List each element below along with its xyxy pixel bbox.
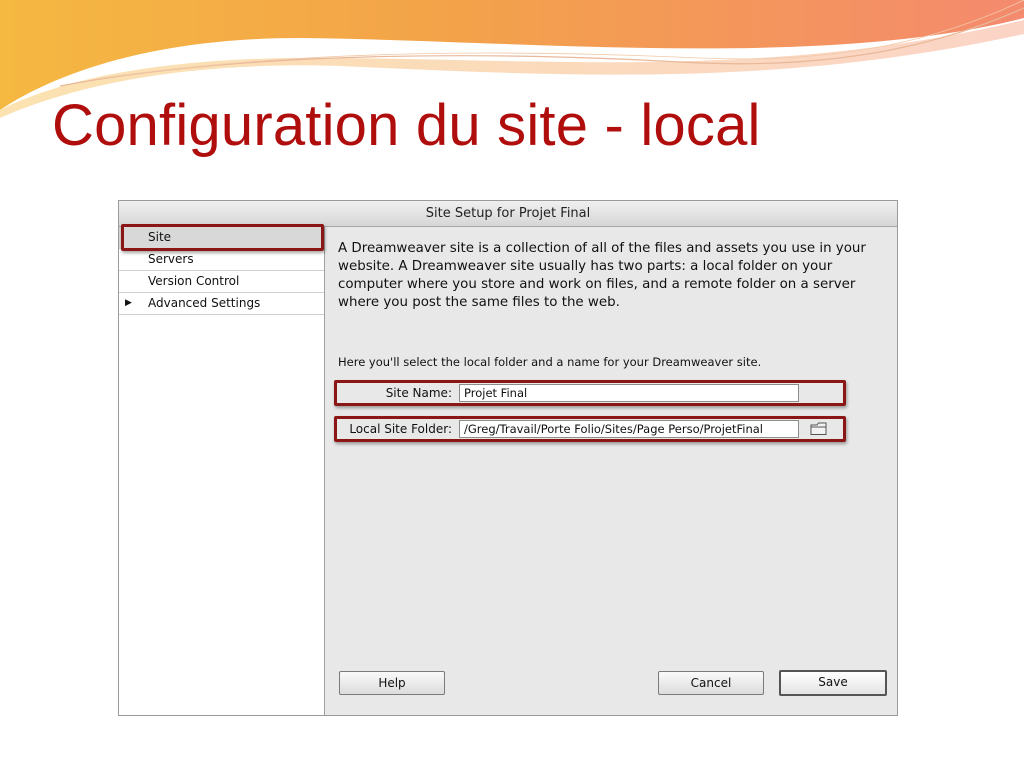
category-sidebar: Site Servers Version Control ▶ Advanced … — [119, 224, 325, 715]
folder-icon[interactable] — [810, 422, 828, 436]
help-button[interactable]: Help — [339, 671, 445, 695]
local-folder-input[interactable]: /Greg/Travail/Porte Folio/Sites/Page Per… — [459, 420, 799, 438]
site-setup-dialog: Site Setup for Projet Final Site Servers… — [118, 200, 898, 716]
sidebar-item-label: Version Control — [148, 274, 240, 288]
slide-title: Configuration du site - local — [52, 93, 761, 158]
site-highlight-box — [121, 224, 324, 251]
site-name-label: Site Name: — [385, 386, 452, 400]
cancel-button[interactable]: Cancel — [658, 671, 764, 695]
sidebar-item-label: Advanced Settings — [148, 296, 261, 310]
local-folder-label: Local Site Folder: — [349, 422, 452, 436]
sidebar-item-version-control[interactable]: Version Control — [119, 271, 324, 293]
sidebar-item-servers[interactable]: Servers — [119, 249, 324, 271]
triangle-right-icon[interactable]: ▶ — [125, 293, 132, 314]
site-settings-panel: A Dreamweaver site is a collection of al… — [326, 227, 897, 715]
instruction-text: Here you'll select the local folder and … — [338, 355, 762, 369]
save-button[interactable]: Save — [779, 670, 887, 696]
site-name-input[interactable]: Projet Final — [459, 384, 799, 402]
sidebar-item-advanced-settings[interactable]: ▶ Advanced Settings — [119, 293, 324, 315]
intro-text: A Dreamweaver site is a collection of al… — [338, 241, 866, 310]
sidebar-item-label: Servers — [148, 252, 194, 266]
